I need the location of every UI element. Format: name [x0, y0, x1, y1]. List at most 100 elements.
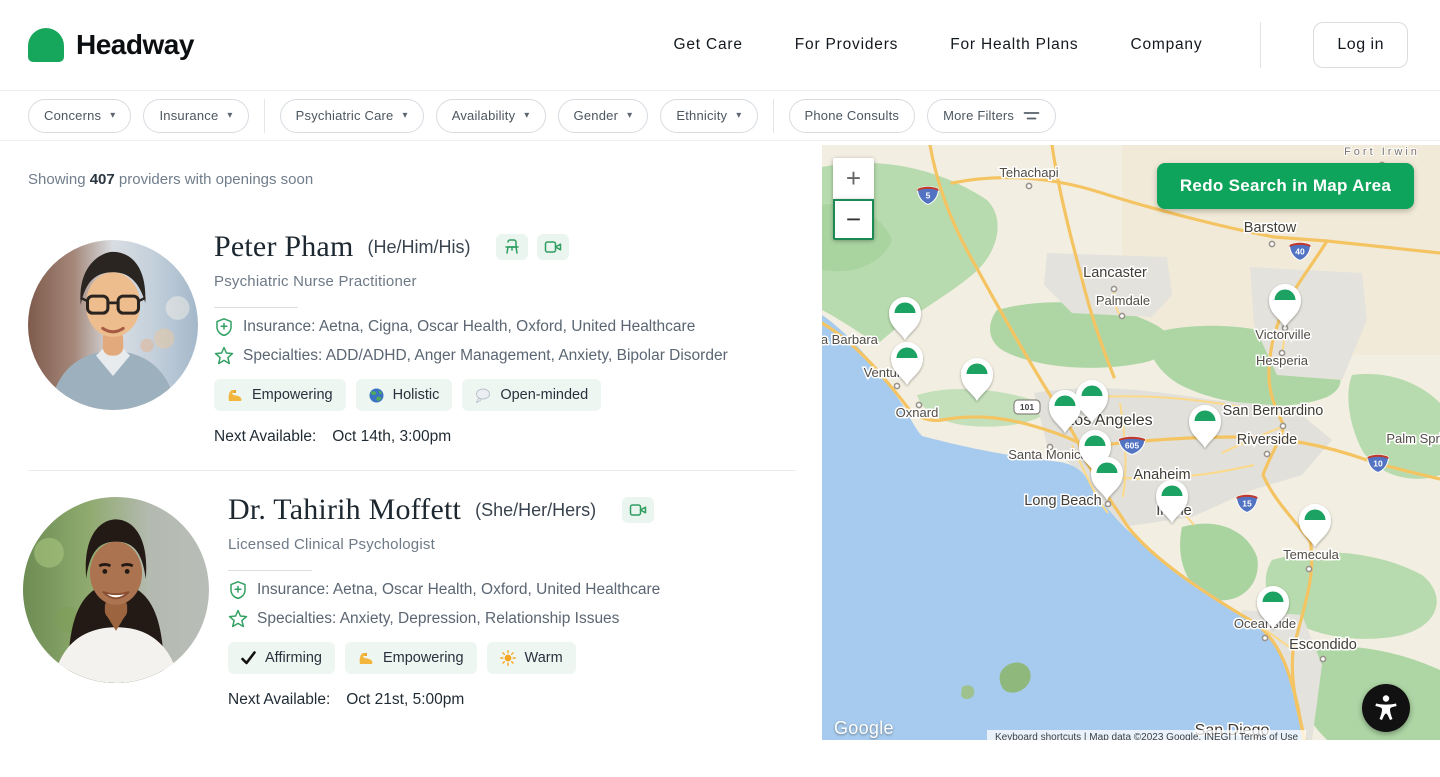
nav-get-care[interactable]: Get Care	[673, 36, 742, 54]
provider-name[interactable]: Peter Pham	[214, 230, 353, 264]
chevron-down-icon: ▾	[736, 111, 741, 121]
accessibility-button[interactable]	[1362, 684, 1410, 732]
results-count: 407	[90, 171, 115, 188]
filter-concerns[interactable]: Concerns ▾	[28, 99, 131, 133]
provider-title: Psychiatric Nurse Practitioner	[214, 273, 728, 290]
filter-availability[interactable]: Availability ▾	[436, 99, 546, 133]
map-city-label: Lancaster	[1083, 265, 1147, 281]
trait-badge: Open-minded	[462, 379, 601, 411]
filter-more-filters[interactable]: More Filters	[927, 99, 1056, 133]
us-route-shield: 101	[1014, 400, 1040, 414]
map-canvas[interactable]: 5401016051015 Fort IrwinTehachapiBarstow…	[822, 145, 1440, 740]
specialties-line: Specialties: ADD/ADHD, Anger Management,…	[214, 346, 728, 366]
filter-phone-consults[interactable]: Phone Consults	[789, 99, 916, 133]
nav-for-health-plans[interactable]: For Health Plans	[950, 36, 1078, 54]
chevron-down-icon: ▾	[627, 111, 632, 121]
divider	[214, 307, 298, 308]
map-zoom-out-button[interactable]: −	[833, 199, 874, 240]
trait-badge: Empowering	[214, 379, 346, 411]
insurance-line: Insurance: Aetna, Oscar Health, Oxford, …	[228, 580, 660, 600]
specialties-list: Anxiety, Depression, Relationship Issues	[340, 610, 620, 627]
thought-bubble-icon	[475, 388, 491, 403]
chevron-down-icon: ▾	[227, 111, 232, 121]
check-icon	[241, 651, 256, 665]
map-city-dot	[1111, 286, 1116, 291]
accessibility-person-icon	[1373, 694, 1399, 722]
provider-card: Dr. Tahirih Moffett (She/Her/Hers) Licen…	[23, 493, 806, 709]
flex-arm-icon	[227, 388, 243, 403]
login-button[interactable]: Log in	[1313, 22, 1408, 68]
map-city-label: Victorville	[1255, 327, 1310, 342]
map-city-dot	[1264, 451, 1269, 456]
map-city-label: Anaheim	[1133, 467, 1190, 483]
globe-icon	[369, 388, 384, 403]
map-city-label: Hesperia	[1256, 353, 1309, 368]
results-summary: Showing 407 providers with openings soon	[28, 171, 806, 188]
trait-badge: Affirming	[228, 642, 335, 674]
star-icon	[214, 346, 234, 366]
filter-psychiatric-care[interactable]: Psychiatric Care ▾	[280, 99, 424, 133]
map-city-label: Palm Springs	[1386, 431, 1440, 446]
shield-plus-icon	[214, 317, 234, 337]
flex-arm-icon	[358, 651, 374, 666]
map-city-dot	[1119, 313, 1124, 318]
sun-icon	[500, 650, 516, 666]
headway-logo-wordmark: Headway	[76, 29, 194, 61]
filter-gender[interactable]: Gender ▾	[558, 99, 649, 133]
nav-for-providers[interactable]: For Providers	[795, 36, 898, 54]
trait-badges: Empowering Holistic	[214, 379, 728, 411]
map-city-dot	[1306, 566, 1311, 571]
main-nav: Get Care For Providers For Health Plans …	[673, 22, 1408, 68]
next-available: Next Available:Oct 21st, 5:00pm	[228, 691, 660, 709]
insurance-list: Aetna, Cigna, Oscar Health, Oxford, Unit…	[319, 318, 696, 335]
map-attribution[interactable]: Keyboard shortcuts | Map data ©2023 Goog…	[987, 730, 1306, 740]
map-city-label: Oxnard	[896, 405, 939, 420]
map-city-dot	[1320, 656, 1325, 661]
provider-photo[interactable]	[23, 497, 209, 683]
map-city-dot	[894, 383, 899, 388]
card-divider	[28, 470, 796, 471]
map-city-label: Barstow	[1244, 220, 1297, 236]
insurance-list: Aetna, Oscar Health, Oxford, United Heal…	[333, 581, 660, 598]
divider	[228, 570, 312, 571]
trait-badge: Holistic	[356, 379, 453, 411]
map-city-label: San Bernardino	[1223, 403, 1324, 419]
map-city-label: Palmdale	[1096, 293, 1150, 308]
provider-title: Licensed Clinical Psychologist	[228, 536, 660, 553]
map-city-dot	[1262, 635, 1267, 640]
provider-photo[interactable]	[28, 240, 198, 410]
trait-badge: Warm	[487, 642, 576, 674]
redo-search-button[interactable]: Redo Search in Map Area	[1157, 163, 1414, 209]
headway-logo[interactable]: Headway	[28, 28, 194, 62]
svg-text:15: 15	[1242, 499, 1252, 509]
google-logo: Google	[834, 718, 894, 739]
map-city-label: Santa Monica	[1008, 447, 1088, 462]
insurance-line: Insurance: Aetna, Cigna, Oscar Health, O…	[214, 317, 728, 337]
svg-text:10: 10	[1373, 459, 1383, 469]
next-available-time: Oct 14th, 3:00pm	[332, 428, 451, 445]
provider-results-list: Showing 407 providers with openings soon	[0, 141, 806, 777]
star-icon	[228, 609, 248, 629]
nav-company[interactable]: Company	[1130, 36, 1202, 54]
provider-name[interactable]: Dr. Tahirih Moffett	[228, 493, 461, 527]
nav-divider	[1260, 22, 1261, 68]
svg-text:5: 5	[926, 191, 931, 201]
filter-bar: Concerns ▾ Insurance ▾ Psychiatric Care …	[0, 91, 1440, 141]
provider-details: Peter Pham (He/Him/His)	[214, 230, 728, 446]
svg-text:101: 101	[1020, 402, 1034, 412]
map-city-label: Riverside	[1237, 432, 1297, 448]
filter-group-divider	[264, 99, 265, 133]
chevron-down-icon: ▾	[524, 111, 529, 121]
map-zoom-in-button[interactable]: +	[833, 158, 874, 199]
filter-insurance[interactable]: Insurance ▾	[143, 99, 248, 133]
map-panel[interactable]: 5401016051015 Fort IrwinTehachapiBarstow…	[822, 145, 1440, 740]
specialties-list: ADD/ADHD, Anger Management, Anxiety, Bip…	[326, 347, 728, 364]
map-city-dot	[1026, 183, 1031, 188]
next-available-time: Oct 21st, 5:00pm	[346, 691, 464, 708]
provider-pronouns: (He/Him/His)	[367, 237, 470, 258]
map-city-label: Escondido	[1289, 637, 1357, 653]
video-visit-icon	[622, 497, 654, 523]
filter-ethnicity[interactable]: Ethnicity ▾	[660, 99, 757, 133]
map-city-label: Tehachapi	[999, 165, 1058, 180]
map-city-label: Fort Irwin	[1344, 146, 1420, 158]
